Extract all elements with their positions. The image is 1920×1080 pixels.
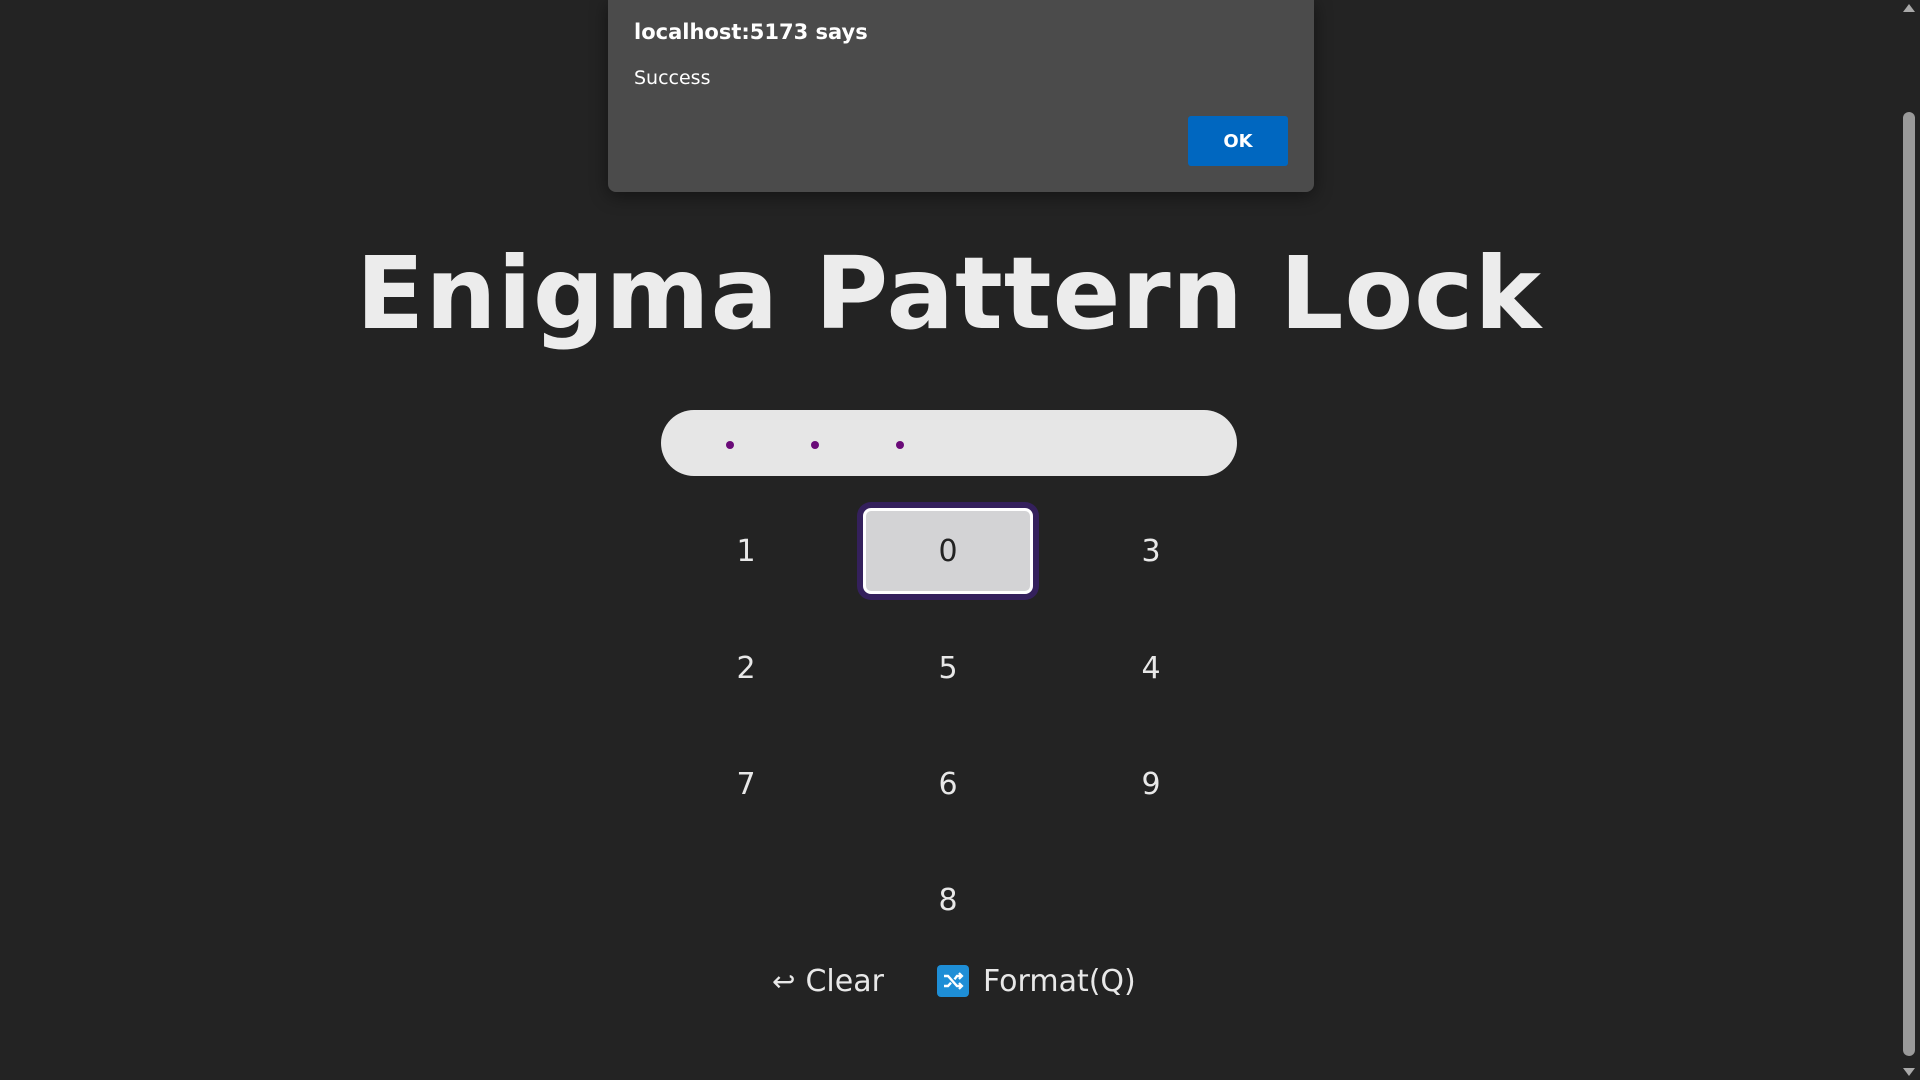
scroll-thumb[interactable] (1903, 112, 1915, 1056)
pattern-dot (726, 441, 734, 449)
clear-label: Clear (805, 963, 884, 999)
key-5[interactable]: 5 (863, 625, 1033, 711)
vertical-scrollbar[interactable] (1898, 0, 1920, 1080)
key-9[interactable]: 9 (1066, 741, 1236, 827)
page: localhost:5173 says Success OK Enigma Pa… (0, 0, 1920, 1080)
shuffle-icon (937, 965, 969, 997)
key-7[interactable]: 7 (661, 741, 831, 827)
alert-dialog: localhost:5173 says Success OK (608, 0, 1314, 192)
return-arrow-icon: ↩ (772, 964, 796, 998)
page-title: Enigma Pattern Lock (356, 235, 1542, 352)
key-2[interactable]: 2 (661, 625, 831, 711)
scroll-down-arrow-icon[interactable] (1903, 1068, 1915, 1076)
scroll-up-arrow-icon[interactable] (1903, 4, 1915, 12)
pattern-dot (811, 441, 819, 449)
alert-message: Success (634, 67, 711, 89)
key-8[interactable]: 8 (863, 857, 1033, 943)
key-0[interactable]: 0 (863, 508, 1033, 594)
key-3[interactable]: 3 (1066, 508, 1236, 594)
pattern-display (661, 410, 1237, 476)
ok-button[interactable]: OK (1188, 116, 1288, 166)
clear-button[interactable]: ↩ Clear (772, 958, 884, 1004)
key-4[interactable]: 4 (1066, 625, 1236, 711)
key-1[interactable]: 1 (661, 508, 831, 594)
alert-title: localhost:5173 says (634, 20, 868, 44)
format-button[interactable]: Format(Q) (937, 958, 1136, 1004)
key-6[interactable]: 6 (863, 741, 1033, 827)
pattern-dot (896, 441, 904, 449)
format-label: Format(Q) (983, 963, 1136, 999)
